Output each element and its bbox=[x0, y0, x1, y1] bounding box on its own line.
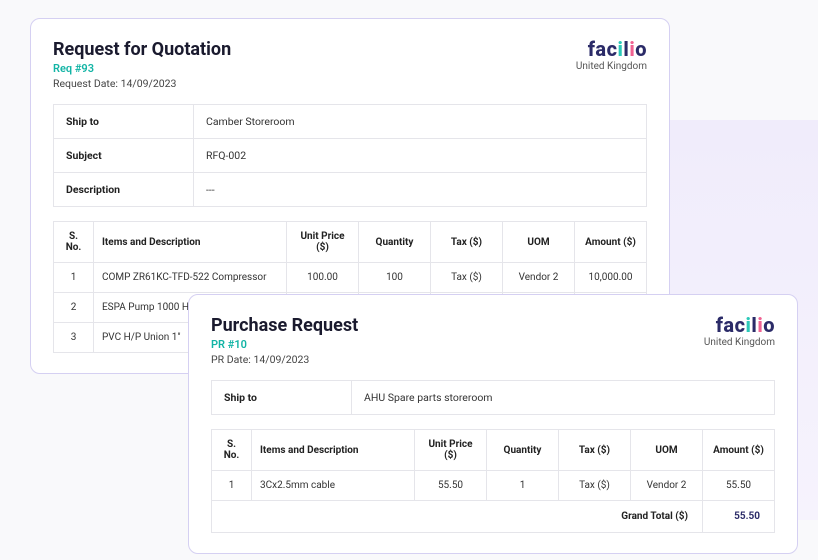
cell-qty: 1 bbox=[487, 471, 559, 501]
cell-amount: 10,000.00 bbox=[575, 263, 647, 293]
col-qty: Quantity bbox=[487, 430, 559, 471]
cell-uom: Vendor 2 bbox=[503, 263, 575, 293]
rfq-date: Request Date: 14/09/2023 bbox=[53, 77, 576, 90]
rfq-title: Request for Quotation bbox=[53, 39, 576, 60]
pr-card: Purchase Request PR #10 PR Date: 14/09/2… bbox=[188, 294, 798, 554]
col-qty: Quantity bbox=[359, 222, 431, 263]
cell-sno: 3 bbox=[54, 323, 94, 353]
ship-to-value: Camber Storeroom bbox=[194, 105, 647, 139]
table-row: 1 3Cx2.5mm cable 55.50 1 Tax ($) Vendor … bbox=[212, 471, 775, 501]
pr-table-header-row: S. No. Items and Description Unit Price … bbox=[212, 430, 775, 471]
table-row: 1 COMP ZR61KC-TFD-522 Compressor 100.00 … bbox=[54, 263, 647, 293]
col-unit-price: Unit Price ($) bbox=[415, 430, 487, 471]
grand-total-row: Grand Total ($) 55.50 bbox=[212, 501, 775, 533]
brand-name: facilio bbox=[704, 315, 775, 335]
pr-id: PR #10 bbox=[211, 338, 704, 351]
pr-info-table: Ship to AHU Spare parts storeroom bbox=[211, 380, 775, 415]
cell-uom: Vendor 2 bbox=[631, 471, 703, 501]
ship-to-label: Ship to bbox=[54, 105, 194, 139]
col-tax: Tax ($) bbox=[559, 430, 631, 471]
ship-to-label: Ship to bbox=[212, 381, 352, 415]
cell-tax: Tax ($) bbox=[431, 263, 503, 293]
description-value: --- bbox=[194, 173, 647, 207]
grand-total-value: 55.50 bbox=[703, 501, 775, 533]
cell-unit-price: 55.50 bbox=[415, 471, 487, 501]
col-unit-price: Unit Price ($) bbox=[287, 222, 359, 263]
info-row-shipto: Ship to AHU Spare parts storeroom bbox=[212, 381, 775, 415]
subject-label: Subject bbox=[54, 139, 194, 173]
pr-header: Purchase Request PR #10 PR Date: 14/09/2… bbox=[211, 315, 775, 366]
cell-tax: Tax ($) bbox=[559, 471, 631, 501]
col-sno: S. No. bbox=[54, 222, 94, 263]
grand-total-label: Grand Total ($) bbox=[212, 501, 703, 533]
col-sno: S. No. bbox=[212, 430, 252, 471]
cell-amount: 55.50 bbox=[703, 471, 775, 501]
ship-to-value: AHU Spare parts storeroom bbox=[352, 381, 775, 415]
pr-line-items-table: S. No. Items and Description Unit Price … bbox=[211, 429, 775, 533]
col-uom: UOM bbox=[503, 222, 575, 263]
description-label: Description bbox=[54, 173, 194, 207]
cell-sno: 2 bbox=[54, 293, 94, 323]
cell-desc: 3Cx2.5mm cable bbox=[252, 471, 415, 501]
cell-sno: 1 bbox=[54, 263, 94, 293]
rfq-header: Request for Quotation Req #93 Request Da… bbox=[53, 39, 647, 90]
col-desc: Items and Description bbox=[252, 430, 415, 471]
brand-region: United Kingdom bbox=[704, 337, 775, 348]
col-desc: Items and Description bbox=[94, 222, 287, 263]
info-row-description: Description --- bbox=[54, 173, 647, 207]
col-uom: UOM bbox=[631, 430, 703, 471]
rfq-table-header-row: S. No. Items and Description Unit Price … bbox=[54, 222, 647, 263]
cell-qty: 100 bbox=[359, 263, 431, 293]
rfq-id: Req #93 bbox=[53, 62, 576, 75]
col-tax: Tax ($) bbox=[431, 222, 503, 263]
brand-region: United Kingdom bbox=[576, 61, 647, 72]
brand-logo: facilio United Kingdom bbox=[576, 39, 647, 72]
cell-unit-price: 100.00 bbox=[287, 263, 359, 293]
cell-desc: COMP ZR61KC-TFD-522 Compressor bbox=[94, 263, 287, 293]
pr-date: PR Date: 14/09/2023 bbox=[211, 353, 704, 366]
brand-name: facilio bbox=[576, 39, 647, 59]
pr-title: Purchase Request bbox=[211, 315, 704, 336]
rfq-info-table: Ship to Camber Storeroom Subject RFQ-002… bbox=[53, 104, 647, 207]
info-row-subject: Subject RFQ-002 bbox=[54, 139, 647, 173]
cell-sno: 1 bbox=[212, 471, 252, 501]
info-row-shipto: Ship to Camber Storeroom bbox=[54, 105, 647, 139]
col-amount: Amount ($) bbox=[575, 222, 647, 263]
brand-logo: facilio United Kingdom bbox=[704, 315, 775, 348]
subject-value: RFQ-002 bbox=[194, 139, 647, 173]
col-amount: Amount ($) bbox=[703, 430, 775, 471]
